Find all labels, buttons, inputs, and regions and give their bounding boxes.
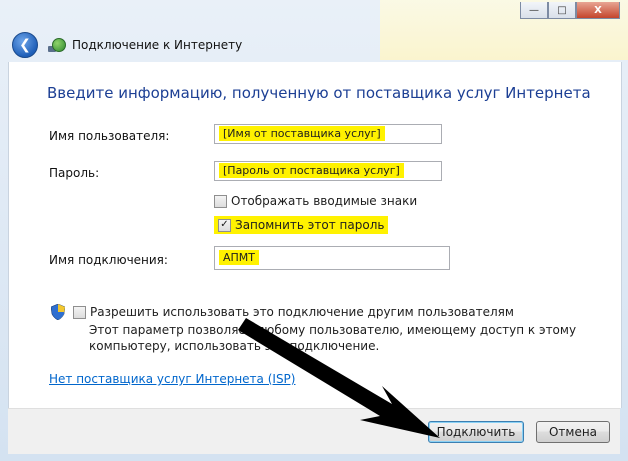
uac-shield-icon <box>51 304 65 320</box>
network-globe-icon <box>48 36 66 54</box>
remember-password-label: Запомнить этот пароль <box>235 218 385 232</box>
show-chars-checkbox[interactable]: Отображать вводимые знаки <box>214 194 417 208</box>
back-arrow-icon[interactable]: ❮ <box>12 32 38 58</box>
password-value: [Пароль от поставщика услуг] <box>219 163 404 178</box>
minimize-button[interactable]: — <box>520 2 548 19</box>
connection-name-label: Имя подключения: <box>49 253 168 267</box>
share-checkbox[interactable]: Разрешить использовать это подключение д… <box>73 305 514 319</box>
window-title: Подключение к Интернету <box>72 38 243 52</box>
show-chars-label: Отображать вводимые знаки <box>231 194 418 208</box>
checkmark-icon[interactable]: ✓ <box>218 218 231 232</box>
button-bar: Подключить Отмена <box>8 408 620 454</box>
username-field[interactable]: [Имя от поставщика услуг] <box>214 124 442 144</box>
share-label: Разрешить использовать это подключение д… <box>90 305 514 319</box>
cancel-button[interactable]: Отмена <box>536 421 610 443</box>
share-box[interactable] <box>73 305 86 319</box>
password-label: Пароль: <box>49 166 100 180</box>
page-heading: Введите информацию, полученную от постав… <box>47 84 591 102</box>
username-label: Имя пользователя: <box>49 129 170 143</box>
connection-name-field[interactable]: АПМТ <box>214 246 450 270</box>
dialog-header: ❮ Подключение к Интернету <box>8 28 620 62</box>
connection-name-value: АПМТ <box>219 250 260 265</box>
show-chars-box[interactable] <box>214 194 227 208</box>
share-description: Этот параметр позволяет любому пользоват… <box>89 323 577 353</box>
connect-button[interactable]: Подключить <box>428 421 524 443</box>
maximize-button[interactable]: □ <box>548 2 576 19</box>
content-panel: Введите информацию, полученную от постав… <box>8 62 622 408</box>
remember-password-checkbox[interactable]: ✓ Запомнить этот пароль <box>214 216 389 234</box>
no-isp-link[interactable]: Нет поставщика услуг Интернета (ISP) <box>49 372 295 386</box>
password-field[interactable]: [Пароль от поставщика услуг] <box>214 161 442 181</box>
close-button[interactable]: X <box>576 2 620 19</box>
caption-buttons: — □ X <box>520 2 620 19</box>
username-value: [Имя от поставщика услуг] <box>219 126 385 141</box>
